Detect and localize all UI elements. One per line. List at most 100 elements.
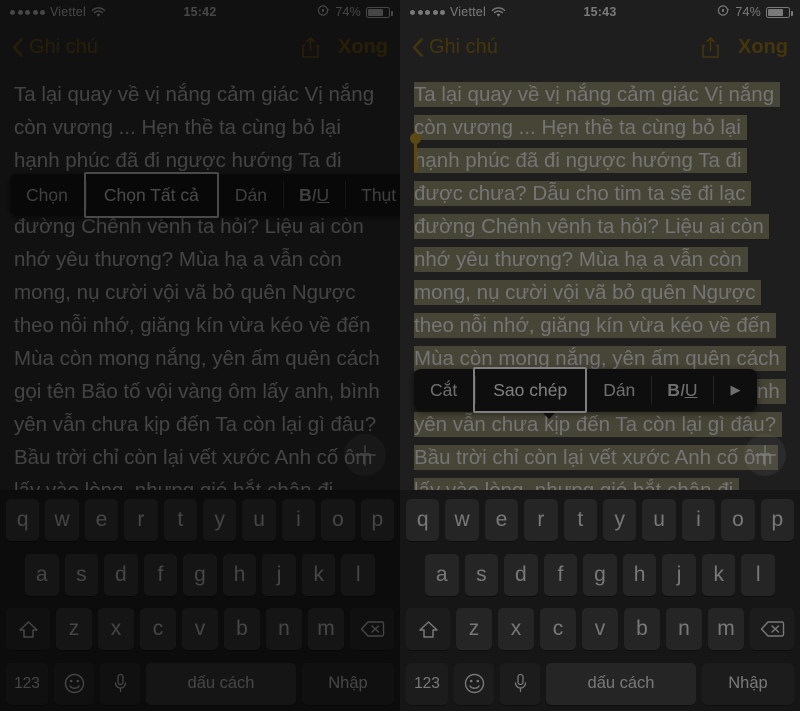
return-key[interactable]: Nhập	[302, 662, 394, 705]
key-i[interactable]: i	[281, 499, 316, 541]
key-n[interactable]: n	[266, 608, 302, 651]
menu-item-paste[interactable]: Dán	[587, 369, 651, 411]
key-t[interactable]: t	[563, 499, 597, 541]
backspace-icon[interactable]	[350, 608, 394, 651]
note-body[interactable]: Ta lại quay về vị nắng cảm giác Vị nắng …	[400, 70, 800, 490]
key-i[interactable]: i	[681, 499, 716, 541]
key-v[interactable]: v	[182, 608, 218, 651]
microphone-icon[interactable]	[100, 662, 140, 705]
key-m[interactable]: m	[308, 608, 344, 651]
key-f[interactable]: f	[543, 553, 578, 596]
key-f[interactable]: f	[143, 553, 178, 596]
edit-context-menu[interactable]: Cắt Sao chép Dán BIU ▶	[414, 367, 758, 419]
share-icon[interactable]	[701, 36, 720, 59]
key-y[interactable]: y	[203, 499, 237, 541]
on-screen-keyboard[interactable]: q w e r t y u i o p a s d f g h j k l z …	[0, 490, 400, 711]
menu-item-format-biu[interactable]: BIU	[282, 174, 345, 216]
key-x[interactable]: x	[98, 608, 134, 651]
key-b[interactable]: b	[624, 608, 660, 651]
done-button[interactable]: Xong	[738, 36, 788, 59]
selection-start-handle[interactable]	[410, 133, 421, 172]
back-button[interactable]: Ghi chú	[12, 36, 98, 59]
menu-item-more-arrow[interactable]: ▶	[713, 369, 757, 411]
menu-item-format-biu[interactable]: BIU	[651, 369, 713, 411]
menu-item-paste[interactable]: Dán	[219, 174, 283, 216]
key-g[interactable]: g	[183, 553, 217, 596]
microphone-icon[interactable]	[500, 662, 540, 705]
key-d[interactable]: d	[104, 553, 138, 596]
key-p[interactable]: p	[360, 499, 395, 541]
key-l[interactable]: l	[741, 553, 776, 596]
key-z[interactable]: z	[456, 608, 492, 651]
key-k[interactable]: k	[701, 553, 736, 596]
key-o[interactable]: o	[721, 499, 755, 541]
menu-item-select[interactable]: Chọn	[10, 174, 84, 216]
emoji-icon[interactable]	[454, 662, 494, 705]
backspace-icon[interactable]	[750, 608, 794, 651]
selected-text[interactable]: Ta lại quay về vị nắng cảm giác Vị nắng …	[414, 82, 790, 490]
key-x[interactable]: x	[498, 608, 534, 651]
status-bar-right: 74%	[717, 4, 793, 20]
note-text[interactable]: Ta lại quay về vị nắng cảm giác Vị nắng …	[414, 78, 790, 490]
key-h[interactable]: h	[222, 553, 257, 596]
numeric-mode-key[interactable]: 123	[406, 662, 448, 705]
signal-strength-icon	[410, 9, 445, 15]
key-z[interactable]: z	[56, 608, 92, 651]
key-a[interactable]: a	[424, 553, 459, 596]
edit-context-menu[interactable]: Chọn Chọn Tất cả Dán BIU Thụt lề Bên phả…	[10, 172, 400, 224]
key-h[interactable]: h	[622, 553, 657, 596]
key-d[interactable]: d	[504, 553, 538, 596]
keyboard-row-3: z x c v b n m	[3, 608, 397, 651]
done-button[interactable]: Xong	[338, 36, 388, 59]
key-r[interactable]: r	[524, 499, 558, 541]
numeric-mode-key[interactable]: 123	[6, 662, 48, 705]
key-b[interactable]: b	[224, 608, 260, 651]
wifi-icon	[91, 6, 106, 18]
key-w[interactable]: w	[45, 499, 79, 541]
key-k[interactable]: k	[301, 553, 336, 596]
key-p[interactable]: p	[760, 499, 795, 541]
key-o[interactable]: o	[321, 499, 355, 541]
menu-item-indent-right[interactable]: Thụt lề Bên phải	[345, 174, 400, 216]
key-w[interactable]: w	[445, 499, 479, 541]
key-u[interactable]: u	[642, 499, 676, 541]
menu-item-cut[interactable]: Cắt	[414, 369, 473, 411]
key-s[interactable]: s	[464, 553, 499, 596]
return-key[interactable]: Nhập	[702, 662, 794, 705]
key-j[interactable]: j	[262, 553, 296, 596]
menu-item-select-all[interactable]: Chọn Tất cả	[83, 172, 219, 218]
space-key[interactable]: dấu cách	[546, 662, 696, 705]
key-n[interactable]: n	[666, 608, 702, 651]
key-y[interactable]: y	[603, 499, 637, 541]
share-icon[interactable]	[301, 36, 320, 59]
key-q[interactable]: q	[5, 499, 40, 541]
emoji-icon[interactable]	[54, 662, 94, 705]
key-r[interactable]: r	[124, 499, 158, 541]
key-l[interactable]: l	[341, 553, 376, 596]
back-button[interactable]: Ghi chú	[412, 36, 498, 59]
note-text[interactable]: Ta lại quay về vị nắng cảm giác Vị nắng …	[14, 78, 386, 490]
menu-item-copy[interactable]: Sao chép	[473, 367, 588, 413]
shift-icon[interactable]	[406, 608, 450, 651]
key-j[interactable]: j	[662, 553, 696, 596]
key-c[interactable]: c	[140, 608, 176, 651]
on-screen-keyboard[interactable]: q w e r t y u i o p a s d f g h j k l z …	[400, 490, 800, 711]
add-attachment-button[interactable]	[344, 434, 386, 476]
key-g[interactable]: g	[583, 553, 617, 596]
key-a[interactable]: a	[24, 553, 59, 596]
key-s[interactable]: s	[64, 553, 99, 596]
space-key[interactable]: dấu cách	[146, 662, 296, 705]
key-e[interactable]: e	[484, 499, 519, 541]
key-q[interactable]: q	[405, 499, 440, 541]
note-body[interactable]: Ta lại quay về vị nắng cảm giác Vị nắng …	[0, 70, 400, 490]
key-v[interactable]: v	[582, 608, 618, 651]
key-c[interactable]: c	[540, 608, 576, 651]
shift-icon[interactable]	[6, 608, 50, 651]
key-t[interactable]: t	[163, 499, 197, 541]
key-m[interactable]: m	[708, 608, 744, 651]
add-attachment-button[interactable]	[744, 434, 786, 476]
chevron-left-icon	[12, 37, 23, 57]
key-u[interactable]: u	[242, 499, 276, 541]
key-e[interactable]: e	[84, 499, 119, 541]
back-button-label: Ghi chú	[429, 35, 498, 58]
